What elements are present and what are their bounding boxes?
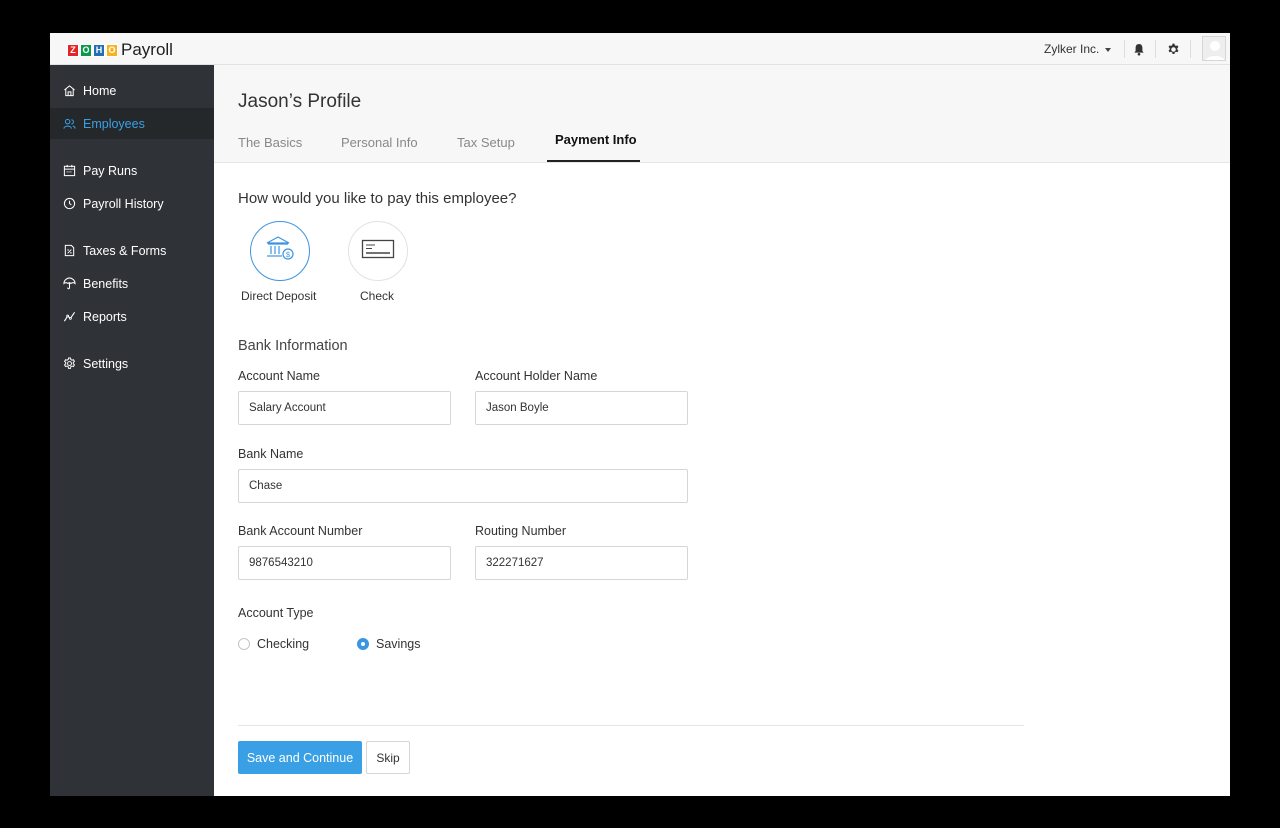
bank-information-heading: Bank Information [238,338,348,354]
sidebar-item-settings[interactable]: Settings [50,348,214,379]
check-icon [361,239,395,264]
routing-number-label: Routing Number [475,524,567,538]
org-switcher[interactable]: Zylker Inc. [1044,42,1112,56]
tab-payment-info[interactable]: Payment Info [555,132,637,147]
form-divider [238,725,1024,726]
save-and-continue-button[interactable]: Save and Continue [238,741,362,774]
active-tab-indicator [547,160,640,162]
tax-form-icon [62,244,76,258]
sidebar: Home Employees Pay Runs Payroll History … [50,65,214,796]
history-icon [62,197,76,211]
sidebar-item-label: Benefits [83,276,129,291]
radio-label: Checking [257,637,310,651]
logo-letter: H [93,43,105,57]
logo-letter: O [80,43,92,57]
tab-personal-info[interactable]: Personal Info [341,135,418,150]
radio-unchecked-icon [238,638,250,650]
svg-text:$: $ [286,252,290,259]
direct-deposit-option[interactable]: $ [250,221,310,281]
sidebar-item-label: Reports [83,309,127,324]
app-name: Payroll [121,40,173,59]
account-name-label: Account Name [238,369,320,383]
divider [1155,40,1156,58]
bank-account-number-input[interactable] [238,546,451,580]
sidebar-item-home[interactable]: Home [50,75,214,106]
check-label: Check [360,289,395,303]
account-type-checking-radio[interactable]: Checking [238,637,309,651]
home-icon [62,84,76,98]
logo-letter: O [106,43,118,57]
sidebar-item-employees[interactable]: Employees [50,108,214,139]
sidebar-item-label: Home [83,83,117,98]
account-type-label: Account Type [238,606,314,620]
sidebar-item-payroll-history[interactable]: Payroll History [50,188,214,219]
avatar[interactable] [1202,36,1226,61]
calendar-icon [62,164,76,178]
divider [1124,40,1125,58]
radio-checked-icon [357,638,369,650]
bank-name-input[interactable] [238,469,688,503]
app-window: Z O H O Payroll Zylker Inc. Home Employe… [50,33,1230,796]
sidebar-item-label: Taxes & Forms [83,243,167,258]
logo-letter: Z [67,43,79,57]
sidebar-item-reports[interactable]: Reports [50,301,214,332]
bell-icon[interactable] [1131,41,1147,57]
divider [1190,40,1191,58]
profile-header: Jason’s Profile The Basics Personal Info… [214,65,1230,163]
zoho-payroll-logo[interactable]: Z O H O Payroll [67,40,173,60]
sidebar-item-label: Employees [83,116,145,131]
bank-name-label: Bank Name [238,447,304,461]
gear-icon[interactable] [1165,41,1181,57]
account-type-savings-radio[interactable]: Savings [357,637,420,651]
account-holder-name-input[interactable] [475,391,688,425]
zoho-logo-mark: Z O H O [67,43,118,57]
sidebar-item-label: Payroll History [83,196,164,211]
org-name: Zylker Inc. [1044,42,1100,56]
chart-line-icon [62,310,76,324]
radio-label: Savings [376,637,421,651]
bank-icon: $ [264,234,296,269]
sidebar-item-label: Settings [83,356,129,371]
payment-info-form: How would you like to pay this employee?… [214,163,1230,796]
tab-tax-setup[interactable]: Tax Setup [457,135,515,150]
users-icon [62,117,76,131]
sidebar-item-benefits[interactable]: Benefits [50,268,214,299]
direct-deposit-label: Direct Deposit [241,289,317,303]
sidebar-item-label: Pay Runs [83,163,138,178]
sidebar-item-taxes-forms[interactable]: Taxes & Forms [50,235,214,266]
account-holder-name-label: Account Holder Name [475,369,598,383]
gear-icon [62,357,76,371]
bank-account-number-label: Bank Account Number [238,524,363,538]
chevron-down-icon [1105,48,1112,52]
check-option[interactable] [348,221,408,281]
page-title: Jason’s Profile [238,91,362,112]
top-bar: Z O H O Payroll Zylker Inc. [50,33,1230,65]
payment-method-question: How would you like to pay this employee? [238,190,517,207]
account-name-input[interactable] [238,391,451,425]
tab-the-basics[interactable]: The Basics [238,135,302,150]
sidebar-item-pay-runs[interactable]: Pay Runs [50,155,214,186]
skip-button[interactable]: Skip [366,741,410,774]
routing-number-input[interactable] [475,546,688,580]
umbrella-icon [62,277,76,291]
